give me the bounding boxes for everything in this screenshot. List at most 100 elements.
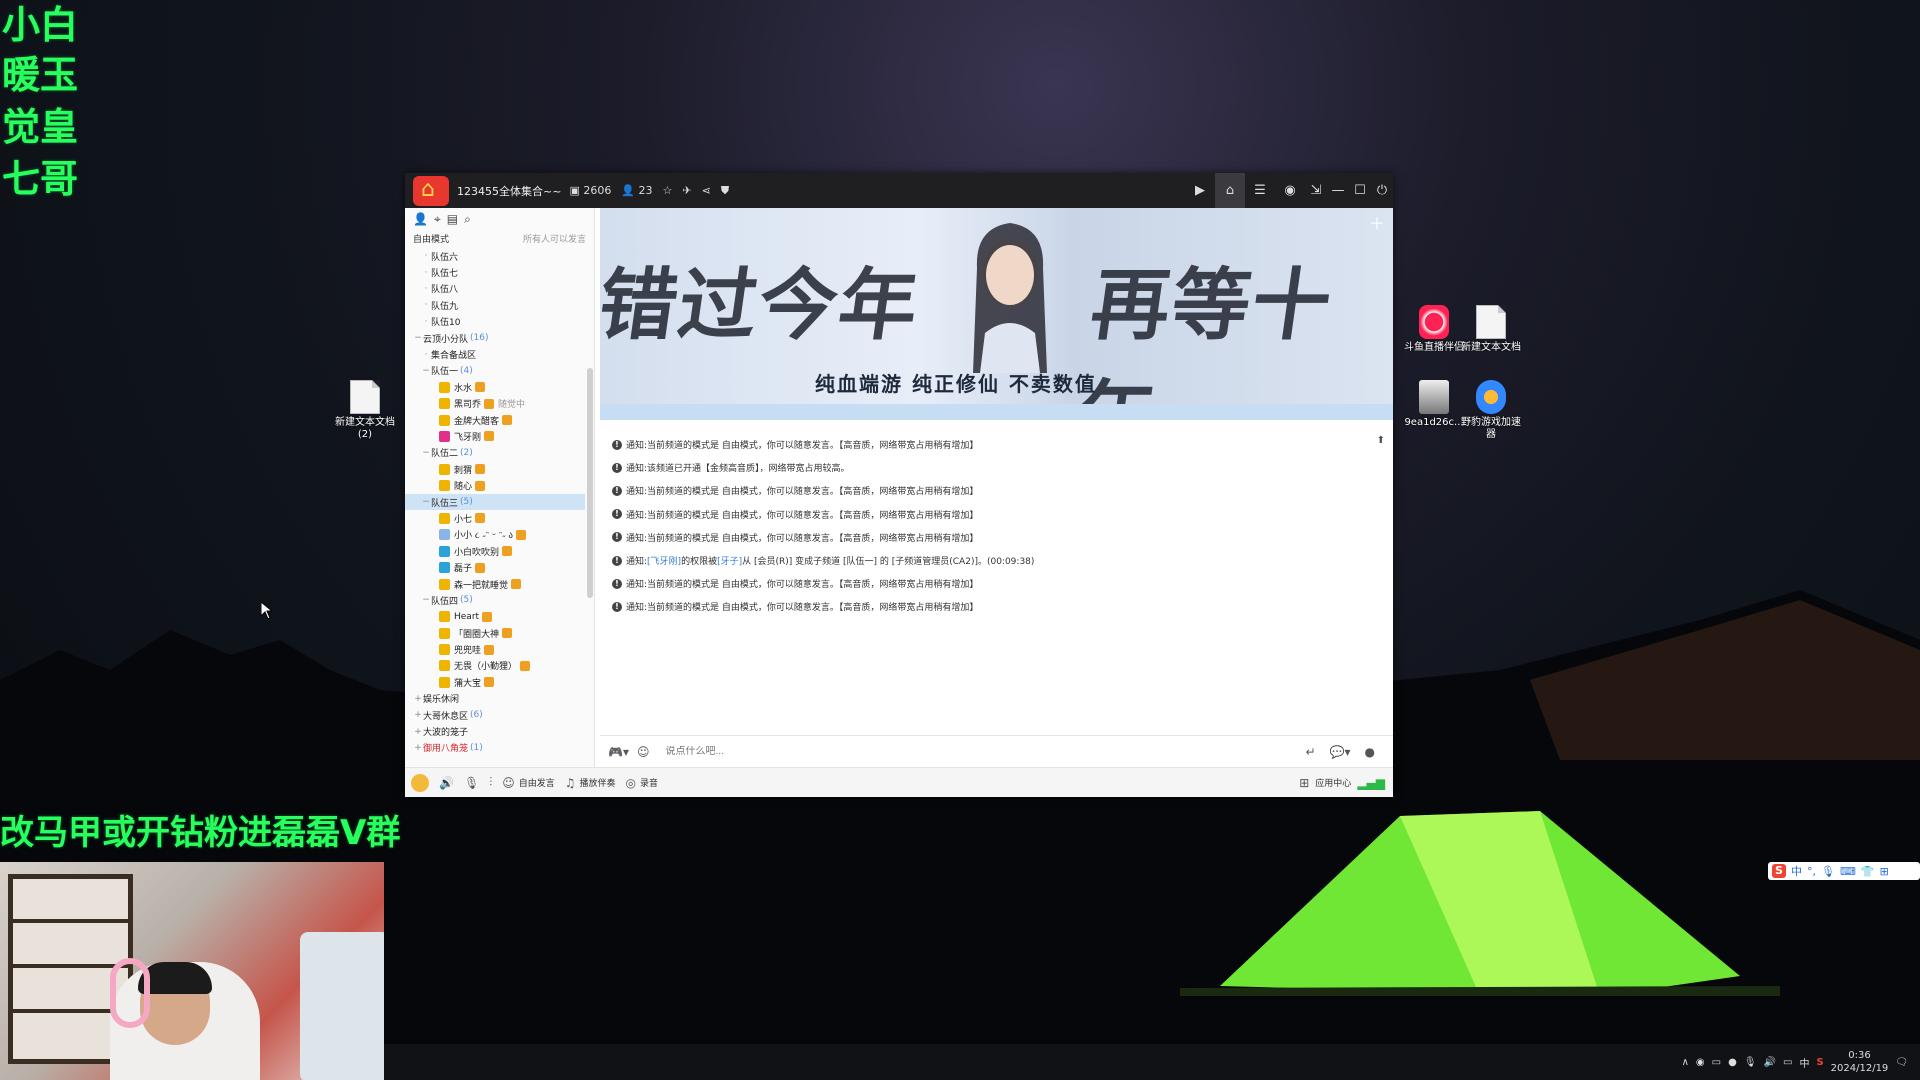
display-icon[interactable]: ▭ bbox=[1783, 1057, 1792, 1068]
user-link[interactable]: [飞牙刚] bbox=[647, 554, 681, 567]
channel-item[interactable]: · 队伍九 bbox=[405, 297, 585, 313]
home-icon[interactable]: ⌂ bbox=[1215, 173, 1245, 208]
mic-icon[interactable]: 🎙 bbox=[1821, 865, 1835, 878]
network-icon[interactable]: ▭ bbox=[1712, 1057, 1721, 1068]
collapse-icon[interactable]: · bbox=[421, 350, 431, 360]
mic-tray-icon[interactable]: 🎙 bbox=[1744, 1057, 1757, 1068]
collapse-icon[interactable]: − bbox=[421, 595, 431, 605]
collapse-icon[interactable]: · bbox=[421, 268, 431, 278]
maximize-button[interactable]: ☐ bbox=[1349, 173, 1371, 208]
chat-bubble-icon[interactable]: 💬▾ bbox=[1330, 745, 1351, 759]
collapse-icon[interactable]: · bbox=[421, 251, 431, 261]
home-logo-icon[interactable] bbox=[413, 175, 449, 206]
channel-group[interactable]: − 队伍三 (5) bbox=[405, 493, 585, 511]
favorite-icon[interactable]: ☆ bbox=[663, 184, 673, 197]
sidebar-scrollbar[interactable] bbox=[587, 368, 593, 598]
notification-icon[interactable]: 🗨 bbox=[1895, 1057, 1908, 1068]
user-list-item[interactable]: 无畏（小勤狸） bbox=[405, 658, 585, 674]
location-icon[interactable]: ⌖ bbox=[434, 212, 441, 227]
minimize-button[interactable]: — bbox=[1327, 173, 1349, 208]
user-icon[interactable]: 👤 bbox=[413, 212, 428, 226]
channel-item[interactable]: · 队伍六 bbox=[405, 248, 585, 264]
free-speak-button[interactable]: ☺ 自由发言 bbox=[502, 776, 555, 790]
list-icon[interactable]: ☰ bbox=[1245, 173, 1275, 208]
emoji-picker-icon[interactable]: 🎮▾ bbox=[608, 745, 629, 759]
expand-icon[interactable]: + bbox=[413, 727, 423, 737]
user-list-item[interactable]: 「圈圈大神 bbox=[405, 625, 585, 641]
channel-item[interactable]: · 队伍七 bbox=[405, 264, 585, 280]
desktop-icon-accelerator[interactable]: 野豹游戏加速器 bbox=[1459, 380, 1523, 441]
collapse-icon[interactable]: − bbox=[421, 497, 431, 507]
punct-icon[interactable]: °, bbox=[1807, 865, 1816, 878]
channel-item[interactable]: · 队伍10 bbox=[405, 314, 585, 330]
collapse-icon[interactable]: · bbox=[421, 284, 431, 294]
sticker-icon[interactable]: ☺ bbox=[637, 745, 650, 759]
add-icon[interactable]: ＋ bbox=[1369, 210, 1385, 234]
collapse-icon[interactable]: − bbox=[421, 448, 431, 458]
desktop-icon-textfile[interactable]: 新建文本文档 bbox=[1459, 305, 1523, 354]
search-icon[interactable]: ⌕ bbox=[464, 212, 471, 227]
ime-tray[interactable]: 中 bbox=[1799, 1055, 1809, 1070]
channel-group[interactable]: − 队伍四 (5) bbox=[405, 592, 585, 608]
grid-icon[interactable]: ⊞ bbox=[1299, 776, 1309, 790]
collapse-icon[interactable]: − bbox=[421, 366, 431, 376]
plane-icon[interactable]: ✈ bbox=[682, 184, 691, 197]
keyboard-icon[interactable]: ⌨ bbox=[1840, 865, 1856, 878]
channel-item[interactable]: · 队伍八 bbox=[405, 281, 585, 297]
user-list-item[interactable]: 飞牙刚 bbox=[405, 428, 585, 444]
mic-button[interactable]: 🎙 bbox=[464, 776, 479, 790]
gift-icon[interactable]: ● bbox=[1365, 745, 1375, 759]
tray-app-icon[interactable]: ◉ bbox=[1696, 1057, 1705, 1068]
channel-group[interactable]: − 队伍二 (2) bbox=[405, 445, 585, 461]
clock[interactable]: 0:36 2024/12/19 bbox=[1831, 1049, 1889, 1075]
user-link[interactable]: [牙子] bbox=[717, 554, 742, 567]
speaker-button[interactable]: 🔊 bbox=[439, 776, 454, 790]
user-list-item[interactable]: 小小 ૮ ˶ᵔ ᵕ ᵔ˶ ა bbox=[405, 527, 585, 543]
chevron-up-icon[interactable]: ∧ bbox=[1682, 1057, 1689, 1068]
user-list-item[interactable]: 森一把就睡觉 bbox=[405, 576, 585, 592]
apps-icon[interactable]: ⊞ bbox=[1880, 865, 1889, 878]
music-button[interactable]: ♫ 播放伴奏 bbox=[565, 776, 616, 790]
mixer-button[interactable]: ⫶ bbox=[489, 775, 492, 790]
expand-icon[interactable]: + bbox=[413, 743, 423, 753]
desktop-icon-textfile-2[interactable]: 新建文本文档 (2) bbox=[333, 380, 397, 441]
desktop-icon-douyu[interactable]: 斗鱼直播伴侣 bbox=[1402, 305, 1466, 354]
channel-group[interactable]: + 御用八角笼 (1) bbox=[405, 740, 585, 756]
channel-group[interactable]: + 大哥休息区 (6) bbox=[405, 707, 585, 723]
skin-icon[interactable]: 👕 bbox=[1861, 865, 1875, 878]
user-list-item[interactable]: 磊子 bbox=[405, 559, 585, 575]
user-list-item[interactable]: 刺猬 bbox=[405, 461, 585, 477]
collapse-icon[interactable]: · bbox=[421, 317, 431, 327]
shield-icon[interactable]: ⛊ bbox=[721, 184, 729, 198]
record-tray-icon[interactable]: ● bbox=[1728, 1057, 1737, 1068]
book-icon[interactable]: ▤ bbox=[447, 212, 458, 226]
channel-group[interactable]: + 娱乐休闲 bbox=[405, 691, 585, 707]
ime-toolbar[interactable]: S 中 °, 🎙 ⌨ 👕 ⊞ bbox=[1768, 862, 1920, 880]
sogou-tray-icon[interactable]: S bbox=[1816, 1057, 1823, 1068]
user-list-item[interactable]: 小白吹吹别 bbox=[405, 543, 585, 559]
expand-icon[interactable]: + bbox=[413, 694, 423, 704]
record-button[interactable]: ◎ 录音 bbox=[626, 776, 659, 790]
desktop-icon-image[interactable]: 9ea1d26c... bbox=[1402, 380, 1466, 429]
user-list-item[interactable]: 蒲大宝 bbox=[405, 674, 585, 690]
chat-input[interactable] bbox=[665, 746, 1166, 757]
channel-banner[interactable]: 错过今年 再等十年 纯血端游 纯正修仙 不卖数值 ＋ bbox=[600, 208, 1393, 420]
pin-icon[interactable]: ⬆ bbox=[1377, 435, 1385, 446]
expand-icon[interactable]: + bbox=[413, 710, 423, 720]
collapse-icon[interactable]: ⇲ bbox=[1305, 173, 1327, 208]
power-button[interactable]: ⏻ bbox=[1371, 173, 1393, 208]
avatar[interactable] bbox=[411, 773, 429, 792]
channel-group[interactable]: − 队伍一 (4) bbox=[405, 363, 585, 379]
volume-icon[interactable]: 🔊 bbox=[1764, 1057, 1776, 1068]
collapse-icon[interactable]: · bbox=[421, 300, 431, 310]
video-icon[interactable]: ▶ bbox=[1185, 173, 1215, 208]
send-icon[interactable]: ↵ bbox=[1305, 745, 1315, 759]
user-list-item[interactable]: Heart bbox=[405, 609, 585, 625]
share-icon[interactable]: ⋖ bbox=[702, 184, 711, 197]
channel-item[interactable]: · 集合备战区 bbox=[405, 346, 585, 362]
channel-group[interactable]: − 云顶小分队 (16) bbox=[405, 330, 585, 346]
gamepad-icon[interactable]: ◉ bbox=[1275, 173, 1305, 208]
user-list-item[interactable]: 随心 bbox=[405, 477, 585, 493]
user-list-item[interactable]: 兜兜哇 bbox=[405, 641, 585, 657]
user-list-item[interactable]: 水水 bbox=[405, 379, 585, 395]
